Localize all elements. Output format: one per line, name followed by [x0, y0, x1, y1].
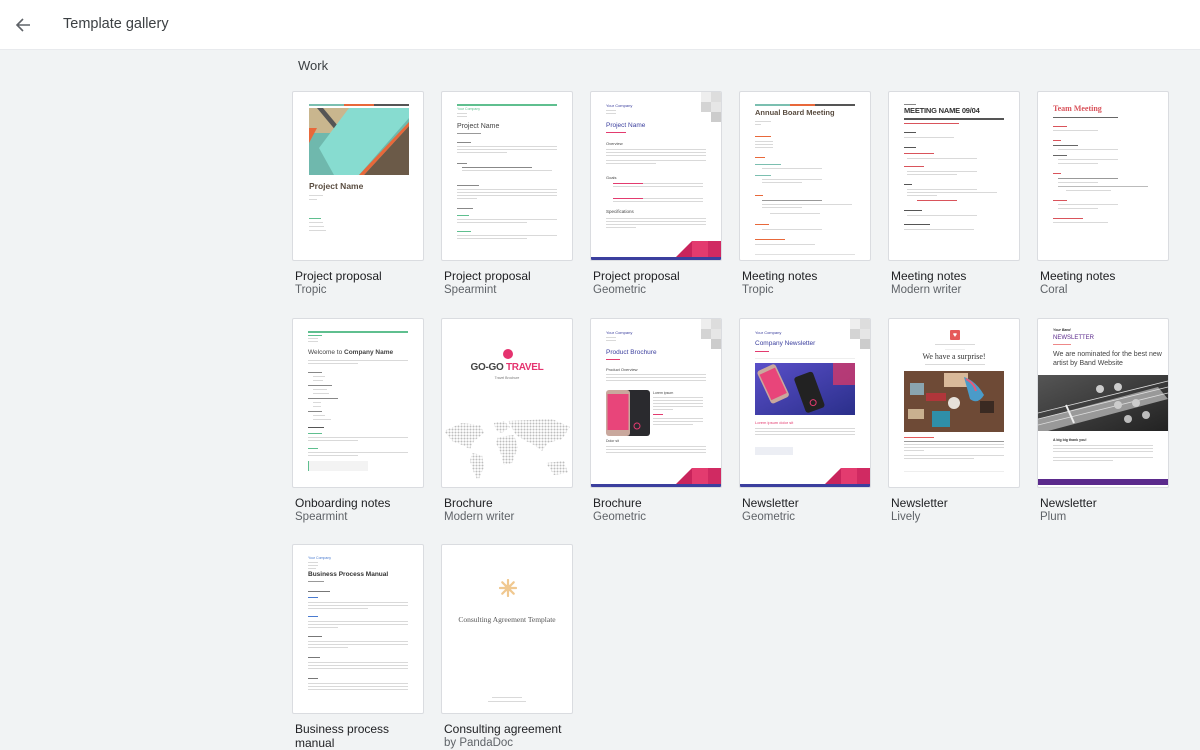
- sun-logo-icon: [499, 579, 517, 597]
- template-card-newsletter-geometric[interactable]: Your Company Company Newsletter Lorem ip…: [739, 318, 871, 524]
- template-thumbnail: Your Band NEWSLETTER We are nominated fo…: [1037, 318, 1169, 488]
- template-thumbnail: Your Company Business Process Manual: [292, 544, 424, 714]
- template-title: Project proposal: [295, 269, 382, 283]
- preview-heading: Annual Board Meeting: [755, 108, 835, 117]
- corner-decoration: [701, 92, 721, 122]
- template-subtitle: Modern writer: [444, 511, 515, 523]
- template-thumbnail: Your Company Project Name: [441, 91, 573, 261]
- template-thumbnail: Your Company Company Newsletter Lorem ip…: [739, 318, 871, 488]
- template-thumbnail: Your Company Project Name Overview Goals…: [590, 91, 722, 261]
- template-title: Brochure: [444, 496, 493, 510]
- template-subtitle: Geometric: [593, 511, 647, 523]
- template-card-meeting-notes-modern-writer[interactable]: MEETING NAME 09/04 Meeting notes Modern …: [888, 91, 1020, 297]
- template-title: Newsletter: [742, 496, 799, 510]
- template-title: Business process manual: [295, 722, 390, 750]
- back-button[interactable]: [10, 12, 36, 38]
- preview-heading: We have a surprise!: [922, 352, 986, 361]
- preview-heading: Consulting Agreement Template: [458, 615, 556, 624]
- guitar-photo: [1038, 375, 1168, 431]
- corner-decoration: [850, 319, 870, 349]
- travel-logo-icon: [503, 349, 513, 359]
- preview-heading: Project Name: [309, 181, 364, 191]
- footer-decoration: [825, 468, 870, 484]
- template-subtitle: Spearmint: [295, 511, 348, 523]
- template-subtitle: Tropic: [295, 284, 327, 296]
- template-thumbnail: Annual Board Meeting: [739, 91, 871, 261]
- newsletter-hero-image: [755, 363, 855, 415]
- header-bar: Template gallery: [0, 0, 1200, 50]
- preview-heading: Project Name: [457, 123, 500, 130]
- template-thumbnail: GO-GO TRAVEL Travel Brochure: [441, 318, 573, 488]
- preview-heading: MEETING NAME 09/04: [904, 106, 980, 115]
- template-thumbnail: Your Company Product Brochure Product Ov…: [590, 318, 722, 488]
- template-thumbnail: Welcome to Company Name: [292, 318, 424, 488]
- template-subtitle: Plum: [1040, 511, 1067, 523]
- section-title: Work: [298, 58, 329, 73]
- template-card-project-proposal-geometric[interactable]: Your Company Project Name Overview Goals…: [590, 91, 722, 297]
- template-title: Project proposal: [593, 269, 680, 283]
- template-subtitle: Geometric: [742, 511, 796, 523]
- template-card-newsletter-plum[interactable]: Your Band NEWSLETTER We are nominated fo…: [1037, 318, 1169, 524]
- template-subtitle: Tropic: [742, 284, 774, 296]
- footer-decoration: [676, 241, 721, 257]
- template-subtitle: Coral: [1040, 284, 1068, 296]
- template-title: Meeting notes: [742, 269, 818, 283]
- template-subtitle: Lively: [891, 511, 921, 523]
- decorative-rule: [309, 104, 409, 106]
- template-card-brochure-modern-writer[interactable]: GO-GO TRAVEL Travel Brochure Brochure Mo…: [441, 318, 573, 524]
- phone-image: [606, 390, 650, 436]
- template-card-consulting-agreement[interactable]: Consulting Agreement Template Consulting…: [441, 544, 573, 750]
- template-thumbnail: Consulting Agreement Template: [441, 544, 573, 714]
- desk-photo: [904, 371, 1004, 432]
- template-title: Project proposal: [444, 269, 531, 283]
- template-thumbnail: MEETING NAME 09/04: [888, 91, 1020, 261]
- template-thumbnail: Project Name: [292, 91, 424, 261]
- preview-heading: GO-GO TRAVEL: [470, 362, 544, 373]
- preview-heading: Product Brochure: [606, 349, 657, 356]
- template-card-meeting-notes-coral[interactable]: Team Meeting Meeting notes Coral: [1037, 91, 1169, 297]
- preview-heading: Project Name: [606, 122, 646, 129]
- template-card-onboarding-notes-spearmint[interactable]: Welcome to Company Name Onboarding notes…: [292, 318, 424, 524]
- world-map-graphic: [444, 419, 570, 481]
- template-card-brochure-geometric[interactable]: Your Company Product Brochure Product Ov…: [590, 318, 722, 524]
- template-card-newsletter-lively[interactable]: ♥ We have a surprise! Newsletter Lively: [888, 318, 1020, 524]
- preview-heading: Company Newsletter: [755, 340, 816, 347]
- preview-heading: We are nominated for the best new artist…: [1053, 351, 1162, 367]
- preview-heading: Team Meeting: [1053, 104, 1102, 113]
- template-subtitle: by PandaDoc: [444, 737, 514, 749]
- footer-decoration: [676, 468, 721, 484]
- template-thumbnail: Team Meeting: [1037, 91, 1169, 261]
- corner-decoration: [701, 319, 721, 349]
- template-card-business-process-manual[interactable]: Your Company Business Process Manual Bus…: [292, 544, 424, 750]
- preview-heading: Business Process Manual: [308, 571, 389, 578]
- template-title: Meeting notes: [1040, 269, 1116, 283]
- template-thumbnail: ♥ We have a surprise!: [888, 318, 1020, 488]
- heart-logo-icon: ♥: [950, 330, 960, 340]
- page-title: Template gallery: [63, 16, 169, 32]
- template-title: Newsletter: [1040, 496, 1097, 510]
- preview-heading: Welcome to Company Name: [308, 349, 394, 356]
- template-subtitle: Modern writer: [891, 284, 962, 296]
- template-subtitle: Geometric: [593, 284, 647, 296]
- template-card-project-proposal-spearmint[interactable]: Your Company Project Name Project propos…: [441, 91, 573, 297]
- template-card-project-proposal-tropic[interactable]: Project Name Project proposal Tropic: [292, 91, 424, 297]
- template-subtitle: Spearmint: [444, 284, 497, 296]
- arrow-left-icon: [15, 18, 30, 32]
- cover-graphic: [309, 108, 409, 175]
- template-title: Newsletter: [891, 496, 948, 510]
- template-title: Meeting notes: [891, 269, 967, 283]
- template-title: Brochure: [593, 496, 642, 510]
- template-title: Consulting agreement: [444, 722, 562, 736]
- template-card-meeting-notes-tropic[interactable]: Annual Board Meeting Meeting notes Tropi…: [739, 91, 871, 297]
- template-title: Onboarding notes: [295, 496, 391, 510]
